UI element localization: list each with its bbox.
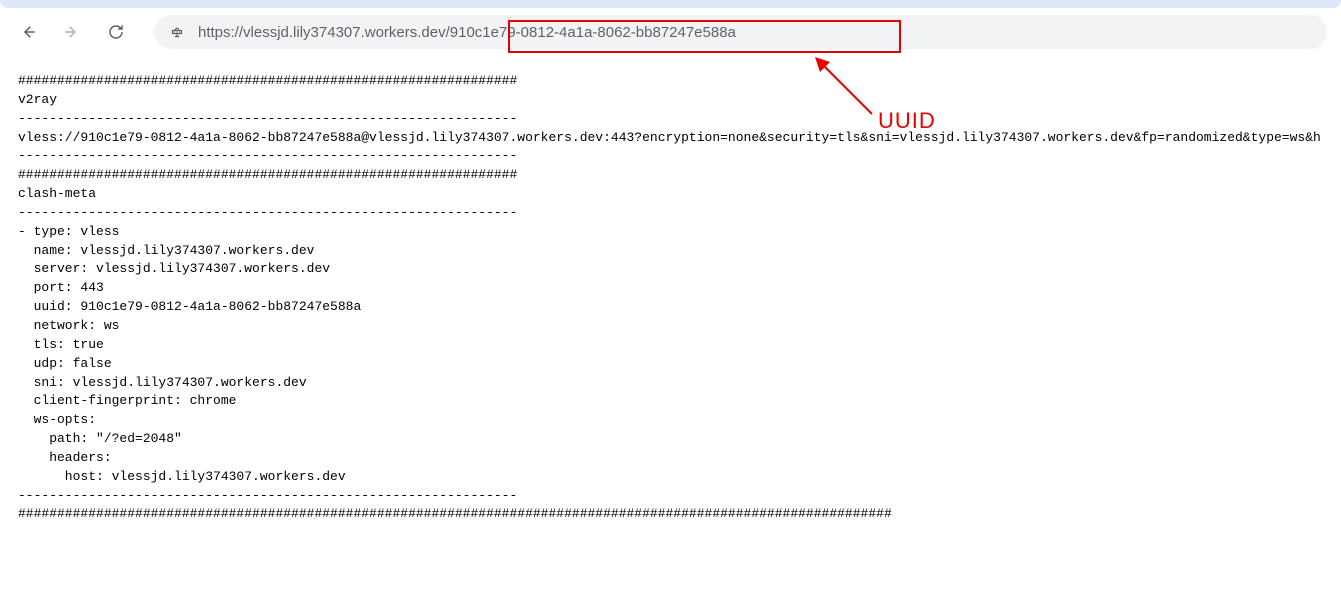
text-line: port: 443 — [18, 280, 104, 295]
arrow-left-icon — [19, 23, 37, 41]
text-line: uuid: 910c1e79-0812-4a1a-8062-bb87247e58… — [18, 299, 361, 314]
text-line: path: "/?ed=2048" — [18, 431, 182, 446]
site-info-icon[interactable] — [166, 21, 188, 43]
text-line: clash-meta — [18, 186, 96, 201]
text-line: ws-opts: — [18, 412, 96, 427]
text-line: vless://910c1e79-0812-4a1a-8062-bb87247e… — [18, 130, 1321, 145]
text-line: name: vlessjd.lily374307.workers.dev — [18, 243, 314, 258]
text-line: client-fingerprint: chrome — [18, 393, 236, 408]
arrow-right-icon — [63, 23, 81, 41]
text-line: ----------------------------------------… — [18, 205, 517, 220]
text-line: network: ws — [18, 318, 119, 333]
reload-button[interactable] — [102, 18, 130, 46]
text-line: sni: vlessjd.lily374307.workers.dev — [18, 375, 307, 390]
text-line: ----------------------------------------… — [18, 148, 517, 163]
window-top-edge — [0, 0, 1341, 8]
text-line: v2ray — [18, 92, 57, 107]
text-line: tls: true — [18, 337, 104, 352]
text-line: ########################################… — [18, 73, 517, 88]
back-button[interactable] — [14, 18, 42, 46]
browser-toolbar: https://vlessjd.lily374307.workers.dev/9… — [0, 8, 1341, 56]
address-bar[interactable]: https://vlessjd.lily374307.workers.dev/9… — [154, 15, 1327, 49]
url-text: https://vlessjd.lily374307.workers.dev/9… — [198, 24, 736, 41]
text-line: udp: false — [18, 356, 112, 371]
reload-icon — [107, 23, 125, 41]
text-line: server: vlessjd.lily374307.workers.dev — [18, 261, 330, 276]
text-line: ----------------------------------------… — [18, 111, 517, 126]
text-line: ########################################… — [18, 506, 892, 521]
text-line: ----------------------------------------… — [18, 488, 517, 503]
forward-button[interactable] — [58, 18, 86, 46]
page-content: ########################################… — [0, 56, 1341, 540]
text-line: - type: vless — [18, 224, 119, 239]
text-line: ########################################… — [18, 167, 517, 182]
text-line: host: vlessjd.lily374307.workers.dev — [18, 469, 346, 484]
text-line: headers: — [18, 450, 112, 465]
